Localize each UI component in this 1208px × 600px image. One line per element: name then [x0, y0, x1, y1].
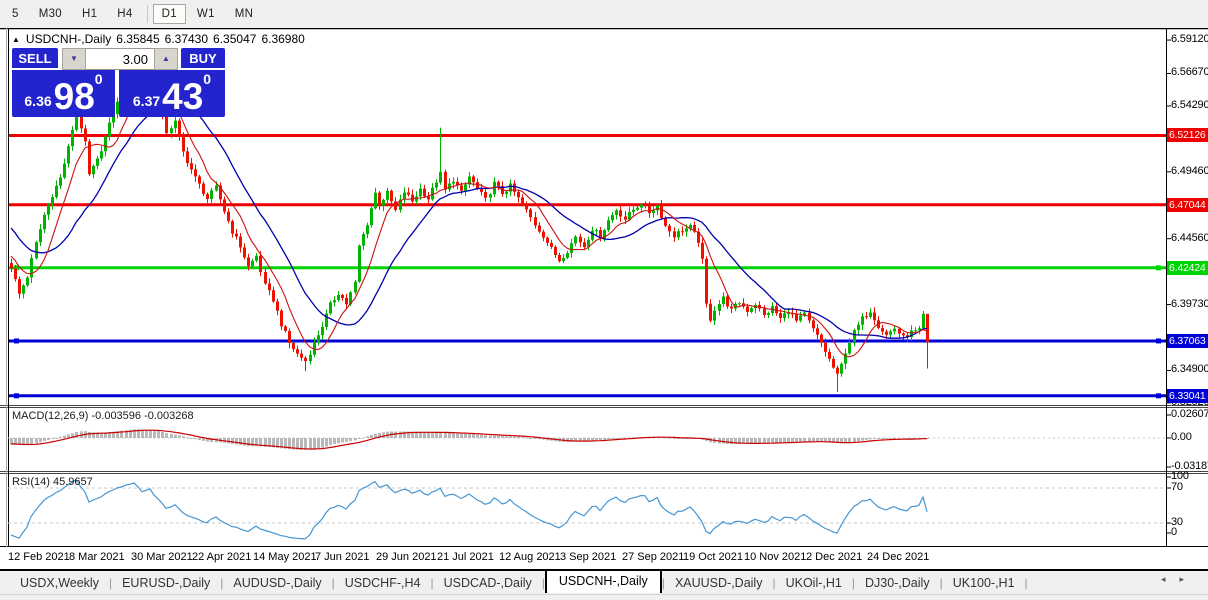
sell-price-small: 6.36 — [24, 93, 52, 109]
volume-decrease-button[interactable]: ▼ — [62, 48, 86, 70]
collapse-panel-icon[interactable]: ▲ — [12, 35, 20, 44]
axis-tick-label: 6.54290 — [1171, 98, 1208, 111]
date-tick-label: 27 Sep 2021 — [622, 551, 685, 563]
timeframe-button-mn[interactable]: MN — [226, 4, 263, 24]
timeframe-button-d1[interactable]: D1 — [152, 4, 186, 24]
price-level-tag: 6.47044 — [1167, 197, 1208, 212]
timeframe-button-5[interactable]: 5 — [3, 4, 28, 24]
date-tick-label: 14 May 2021 — [253, 551, 317, 563]
axis-tick-label: 6.44560 — [1171, 231, 1208, 244]
timeframe-toolbar: 5 M30 H1 H4 D1 W1 MN — [0, 0, 1208, 28]
timeframe-button-h1[interactable]: H1 — [73, 4, 106, 24]
sell-price-sup: 0 — [94, 71, 103, 87]
chart-tab-bar: USDX,Weekly | EURUSD-,Daily | AUDUSD-,Daily |… — [0, 568, 1208, 594]
chart-window: ▲ USDCNH-,Daily 6.35845 6.37430 6.35047 … — [0, 28, 1208, 569]
date-tick-label: 8 Mar 2021 — [69, 551, 125, 563]
toolbar-separator — [146, 5, 148, 23]
sell-price-display[interactable]: 6.36 98 0 — [12, 70, 115, 117]
date-tick-label: 22 Apr 2021 — [192, 551, 252, 563]
chart-tab-uk100-h1[interactable]: UK100-,H1 — [943, 574, 1025, 592]
volume-spinner: ▼ ▲ — [62, 48, 178, 70]
price-level-tag: 6.52126 — [1167, 128, 1208, 143]
quote-high: 6.37430 — [164, 32, 209, 46]
chart-tab-audusd-daily[interactable]: AUDUSD-,Daily — [223, 574, 331, 592]
chart-tab-usdx-weekly[interactable]: USDX,Weekly — [10, 574, 109, 592]
chevron-up-icon: ▲ — [162, 54, 170, 63]
axis-tick-label: 0.00 — [1171, 431, 1192, 443]
axis-tick-label: 6.56670 — [1171, 66, 1208, 79]
quote-open: 6.35845 — [116, 32, 160, 46]
axis-tick-label: 0 — [1171, 526, 1177, 538]
timeframe-button-w1[interactable]: W1 — [188, 4, 224, 24]
axis-tick-label: 6.39730 — [1171, 297, 1208, 310]
date-axis: 12 Feb 2021 8 Mar 2021 30 Mar 2021 22 Apr 2… — [0, 547, 1166, 569]
rsi-indicator-label: RSI(14) 45.9657 — [12, 476, 93, 488]
date-tick-label: 3 Sep 2021 — [560, 551, 617, 563]
quote-low: 6.35047 — [213, 32, 257, 46]
chevron-down-icon: ▼ — [70, 54, 78, 63]
date-tick-label: 12 Feb 2021 — [8, 551, 70, 563]
price-axis: 6.59120 6.56670 6.54290 6.49460 6.44560 6.397… — [1167, 28, 1208, 569]
trade-prices-row: 6.36 98 0 6.37 43 0 — [10, 70, 225, 117]
price-level-tag: 6.42424 — [1167, 260, 1208, 275]
date-tick-label: 7 Jun 2021 — [315, 551, 370, 563]
symbol-label: USDCNH-,Daily — [25, 32, 112, 46]
volume-increase-button[interactable]: ▲ — [154, 48, 178, 70]
chart-tab-usdcad-daily[interactable]: USDCAD-,Daily — [434, 574, 542, 592]
chart-tab-usdcnh-daily[interactable]: USDCNH-,Daily — [544, 568, 662, 593]
axis-tick-label: 6.59120 — [1171, 33, 1208, 46]
buy-button[interactable]: BUY — [181, 48, 225, 70]
trade-buttons-row: SELL ▼ ▲ BUY — [10, 48, 225, 70]
one-click-trading-panel: SELL ▼ ▲ BUY 6.36980 6.37430 — [10, 48, 225, 145]
buy-price-sup: 0 — [203, 71, 212, 87]
date-tick-label: 29 Jun 2021 — [376, 551, 437, 563]
date-tick-label: 30 Mar 2021 — [131, 551, 193, 563]
quote-close: 6.36980 — [261, 32, 305, 46]
axis-tick-label: 0.02607 — [1171, 408, 1208, 420]
axis-tick-label: 70 — [1171, 481, 1183, 493]
chart-tab-eurusd-daily[interactable]: EURUSD-,Daily — [112, 574, 220, 592]
date-tick-label: 10 Nov 2021 — [744, 551, 807, 563]
tab-scroll-arrows[interactable]: ◂▸ — [1161, 574, 1198, 585]
volume-input[interactable] — [86, 48, 154, 70]
quote-header: ▲ USDCNH-,Daily 6.35845 6.37430 6.35047 … — [12, 32, 310, 46]
status-strip — [0, 594, 1208, 600]
date-tick-label: 19 Oct 2021 — [683, 551, 743, 563]
chart-tab-xauusd-daily[interactable]: XAUUSD-,Daily — [665, 574, 773, 592]
price-level-tag: 6.33041 — [1167, 388, 1208, 403]
axis-tick-label: 6.49460 — [1171, 164, 1208, 177]
chart-tab-usdchf-h4[interactable]: USDCHF-,H4 — [335, 574, 431, 592]
sell-button[interactable]: SELL — [12, 48, 58, 70]
date-tick-label: 12 Aug 2021 — [499, 551, 561, 563]
axis-tick-label: 6.34900 — [1171, 363, 1208, 376]
chart-tab-ukoil-h1[interactable]: UKOil-,H1 — [776, 574, 852, 592]
macd-indicator-label: MACD(12,26,9) -0.003596 -0.003268 — [12, 410, 194, 422]
chart-tab-dj30-daily[interactable]: DJ30-,Daily — [855, 574, 940, 592]
tab-separator: | — [1024, 575, 1028, 590]
sell-price-big: 98 — [53, 76, 95, 117]
date-tick-label: 21 Jul 2021 — [437, 551, 494, 563]
price-level-tag: 6.37063 — [1167, 333, 1208, 348]
date-tick-label: 2 Dec 2021 — [806, 551, 863, 563]
buy-price-big: 43 — [162, 76, 204, 117]
date-tick-label: 24 Dec 2021 — [867, 551, 930, 563]
timeframe-button-m30[interactable]: M30 — [30, 4, 71, 24]
buy-price-display[interactable]: 6.37 43 0 — [119, 70, 225, 117]
buy-price-small: 6.37 — [132, 93, 161, 109]
timeframe-button-h4[interactable]: H4 — [108, 4, 141, 24]
